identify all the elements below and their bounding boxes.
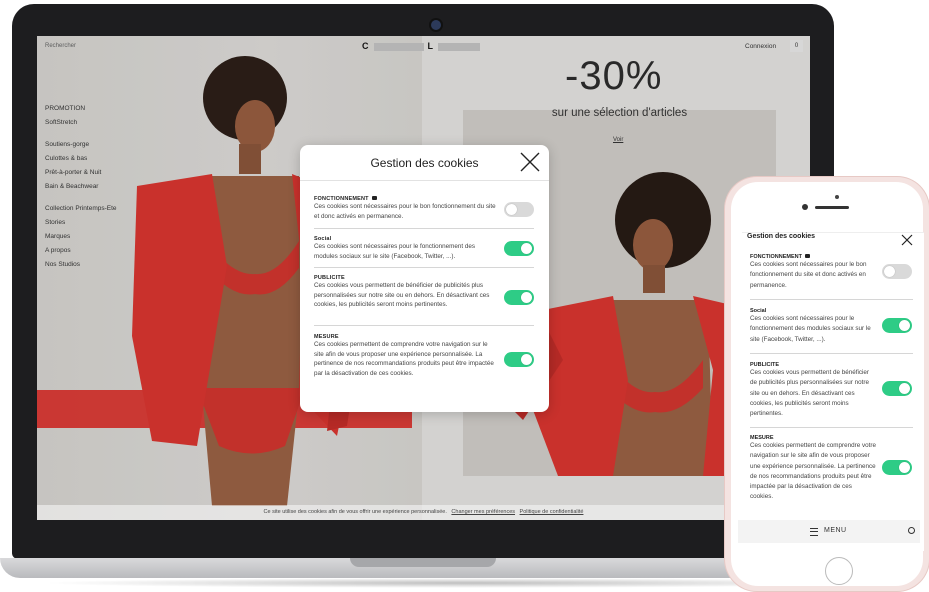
section-divider <box>314 228 534 229</box>
section-text: Ces cookies permettent de comprendre vot… <box>314 341 494 377</box>
phone-section-publicite: PUBLICITE Ces cookies vous permettent de… <box>750 362 890 419</box>
lock-icon <box>371 196 377 200</box>
phone-speaker <box>815 206 849 209</box>
cookie-modal: Gestion des cookies FONCTIONNEMENT Ces c… <box>300 145 549 412</box>
hamburger-icon[interactable] <box>810 528 818 536</box>
phone-toggle-fonctionnement[interactable] <box>882 264 912 279</box>
toggle-knob <box>884 266 895 277</box>
toggle-knob <box>899 462 910 473</box>
phone-home-button[interactable] <box>825 557 853 585</box>
laptop-camera <box>431 20 441 30</box>
phone-menu-bar[interactable]: MENU <box>738 520 920 543</box>
toggle-mesure[interactable] <box>504 352 534 367</box>
phone-modal-title: Gestion des cookies <box>747 233 816 240</box>
section-divider <box>750 427 913 428</box>
section-divider <box>314 267 534 268</box>
toggle-knob <box>899 383 910 394</box>
section-text: Ces cookies sont nécessaires pour le fon… <box>314 243 476 260</box>
cookie-banner: Ce site utilise des cookies afin de vous… <box>37 505 810 520</box>
toggle-knob <box>521 292 532 303</box>
search-icon[interactable] <box>908 527 915 534</box>
section-text: Ces cookies permettent de comprendre vot… <box>750 442 876 501</box>
toggle-knob <box>899 320 910 331</box>
toggle-knob <box>521 243 532 254</box>
section-text: Ces cookies vous permettent de bénéficie… <box>314 282 490 308</box>
toggle-knob <box>521 354 532 365</box>
section-text: Ces cookies vous permettent de bénéficie… <box>750 369 870 418</box>
modal-divider <box>300 180 549 181</box>
cookie-section-publicite: PUBLICITE Ces cookies vous permettent de… <box>314 275 534 326</box>
phone-section-mesure: MESURE Ces cookies permettent de compren… <box>750 435 890 503</box>
close-icon[interactable] <box>520 152 540 172</box>
phone-toggle-publicite[interactable] <box>882 381 912 396</box>
section-text: Ces cookies sont nécessaires pour le fon… <box>750 315 871 343</box>
toggle-fonctionnement[interactable] <box>504 202 534 217</box>
phone-section-social: Social Ces cookies sont nécessaires pour… <box>750 308 890 345</box>
section-divider <box>750 299 913 300</box>
phone-toggle-social[interactable] <box>882 318 912 333</box>
section-text: Ces cookies sont nécessaires pour le bon… <box>750 261 867 289</box>
section-divider <box>314 325 534 326</box>
cookie-section-fonctionnement: FONCTIONNEMENT Ces cookies sont nécessai… <box>314 196 534 229</box>
section-divider <box>750 353 913 354</box>
toggle-publicite[interactable] <box>504 290 534 305</box>
change-preferences-link[interactable]: Changer mes préférences <box>451 509 515 515</box>
section-text: Ces cookies sont nécessaires pour le bon… <box>314 203 496 220</box>
lock-icon <box>804 254 810 258</box>
phone-sensor <box>835 195 839 199</box>
phone-camera <box>802 204 808 210</box>
phone-close-icon[interactable] <box>901 234 913 246</box>
laptop-notch <box>350 558 496 567</box>
phone-section-fonctionnement: FONCTIONNEMENT Ces cookies sont nécessai… <box>750 254 890 291</box>
phone-toggle-mesure[interactable] <box>882 460 912 475</box>
toggle-social[interactable] <box>504 241 534 256</box>
cookie-section-mesure: MESURE Ces cookies permettent de compren… <box>314 334 534 378</box>
phone-menu-label[interactable]: MENU <box>824 527 847 534</box>
cookie-section-social: Social Ces cookies sont nécessaires pour… <box>314 236 534 268</box>
toggle-knob <box>506 204 517 215</box>
cookie-banner-text: Ce site utilise des cookies afin de vous… <box>263 509 447 515</box>
privacy-policy-link[interactable]: Politique de confidentialité <box>520 509 584 515</box>
modal-title: Gestion des cookies <box>370 156 479 170</box>
